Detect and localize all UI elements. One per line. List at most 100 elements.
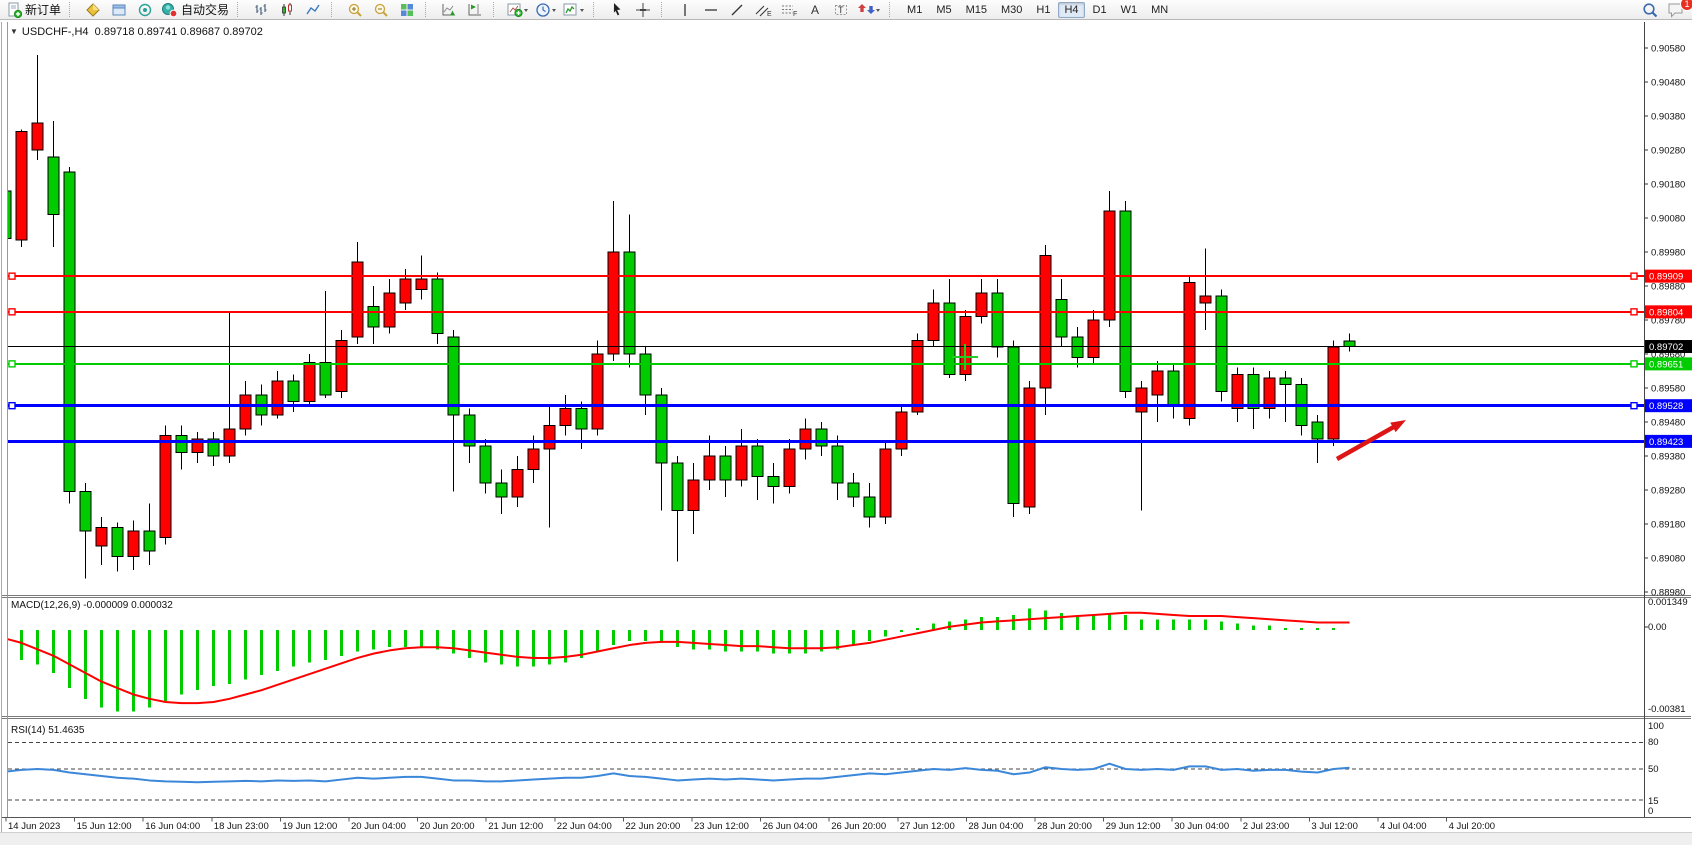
svg-text:21 Jun 12:00: 21 Jun 12:00	[488, 821, 543, 832]
svg-text:4 Jul 04:00: 4 Jul 04:00	[1380, 821, 1426, 832]
fibonacci-tool-button[interactable]: F	[776, 0, 802, 20]
trendline-icon	[729, 2, 745, 18]
chart-canvas[interactable]: 0.905800.904800.903800.902800.901800.900…	[0, 0, 1692, 845]
svg-text:0.89423: 0.89423	[1649, 437, 1683, 448]
timeframe-mn-button[interactable]: MN	[1145, 2, 1174, 18]
svg-text:50: 50	[1648, 764, 1659, 775]
collapse-arrow-icon[interactable]: ▼	[10, 27, 18, 36]
text-tool-button[interactable]: A	[802, 0, 828, 20]
ohlc-values: 0.89718 0.89741 0.89687 0.89702	[95, 26, 263, 38]
new-order-button[interactable]: 新订单	[3, 0, 64, 20]
svg-text:29 Jun 12:00: 29 Jun 12:00	[1106, 821, 1161, 832]
candles-icon	[279, 2, 295, 18]
hline-tool-button[interactable]	[698, 0, 724, 20]
svg-text:0.89804: 0.89804	[1649, 307, 1683, 318]
svg-text:0.001349: 0.001349	[1648, 597, 1688, 608]
vline-icon	[678, 2, 692, 18]
svg-text:22 Jun 20:00: 22 Jun 20:00	[625, 821, 680, 832]
chart-shift-button[interactable]	[462, 0, 488, 20]
crosshair-button[interactable]	[630, 0, 656, 20]
svg-text:18 Jun 23:00: 18 Jun 23:00	[214, 821, 269, 832]
trendline-tool-button[interactable]	[724, 0, 750, 20]
separator	[69, 2, 76, 17]
svg-text:22 Jun 04:00: 22 Jun 04:00	[557, 821, 612, 832]
bar-chart-icon	[253, 2, 269, 18]
svg-text:26 Jun 20:00: 26 Jun 20:00	[831, 821, 886, 832]
svg-text:0.89702: 0.89702	[1649, 342, 1683, 353]
svg-text:0.89480: 0.89480	[1651, 418, 1685, 429]
chart-line-button[interactable]	[300, 0, 326, 20]
timeframe-w1-button[interactable]: W1	[1115, 2, 1144, 18]
svg-text:80: 80	[1648, 737, 1659, 748]
timeframe-m30-button[interactable]: M30	[995, 2, 1028, 18]
svg-text:4 Jul 20:00: 4 Jul 20:00	[1449, 821, 1495, 832]
symbols-button[interactable]	[80, 0, 106, 20]
new-chart-dropdown[interactable]	[504, 0, 532, 20]
svg-text:A: A	[811, 3, 819, 17]
timeframe-m5-button[interactable]: M5	[930, 2, 957, 18]
svg-text:0.00: 0.00	[1648, 622, 1667, 633]
separator	[237, 2, 244, 17]
svg-text:100: 100	[1648, 721, 1664, 732]
svg-text:0.90080: 0.90080	[1651, 214, 1685, 225]
chart-shift-icon	[467, 2, 483, 18]
fibonacci-icon: F	[780, 2, 798, 18]
signal-button[interactable]	[132, 0, 158, 20]
separator	[493, 2, 500, 17]
svg-text:28 Jun 20:00: 28 Jun 20:00	[1037, 821, 1092, 832]
autotrade-label: 自动交易	[181, 1, 229, 18]
timeframe-h1-button[interactable]: H1	[1030, 2, 1056, 18]
svg-text:20 Jun 04:00: 20 Jun 04:00	[351, 821, 406, 832]
vline-tool-button[interactable]	[672, 0, 698, 20]
channel-icon: E	[754, 2, 772, 18]
separator	[889, 2, 896, 17]
zoom-out-icon	[373, 2, 389, 18]
chart-title: ▼ USDCHF-,H4 0.89718 0.89741 0.89687 0.89…	[10, 26, 263, 38]
separator	[593, 2, 600, 17]
autotrade-button[interactable]: 自动交易	[158, 0, 232, 20]
chart-bars-button[interactable]	[248, 0, 274, 20]
periods-dropdown[interactable]	[532, 0, 560, 20]
svg-text:0.90180: 0.90180	[1651, 180, 1685, 191]
crosshair-icon	[635, 2, 651, 18]
timeframe-d1-button[interactable]: D1	[1087, 2, 1113, 18]
zoom-out-button[interactable]	[368, 0, 394, 20]
channel-tool-button[interactable]: E	[750, 0, 776, 20]
label-icon: T	[833, 2, 849, 18]
svg-text:20 Jun 20:00: 20 Jun 20:00	[420, 821, 475, 832]
toolbar: 新订单 自动交易	[0, 0, 1692, 20]
window-icon	[111, 2, 127, 18]
zoom-in-icon	[347, 2, 363, 18]
clock-icon	[535, 2, 557, 18]
svg-text:-0.00381: -0.00381	[1648, 704, 1686, 715]
zoom-in-button[interactable]	[342, 0, 368, 20]
shapes-icon	[857, 2, 881, 18]
cursor-button[interactable]	[604, 0, 630, 20]
market-window-button[interactable]	[106, 0, 132, 20]
label-tool-button[interactable]: T	[828, 0, 854, 20]
shapes-dropdown[interactable]	[854, 0, 884, 20]
tile-windows-button[interactable]	[394, 0, 420, 20]
tile-windows-icon	[399, 2, 415, 18]
timeframe-m1-button[interactable]: M1	[901, 2, 928, 18]
autoscroll-button[interactable]	[436, 0, 462, 20]
timeframe-m15-button[interactable]: M15	[960, 2, 993, 18]
indicators-icon	[563, 2, 585, 18]
autoscroll-icon	[441, 2, 457, 18]
svg-text:0.89080: 0.89080	[1651, 554, 1685, 565]
symbol-period: USDCHF-,H4	[22, 26, 89, 38]
svg-text:27 Jun 12:00: 27 Jun 12:00	[900, 821, 955, 832]
indicators-dropdown[interactable]	[560, 0, 588, 20]
new-order-label: 新订单	[25, 1, 61, 18]
signal-icon	[137, 2, 153, 18]
svg-text:14 Jun 2023: 14 Jun 2023	[8, 821, 60, 832]
notifications-button[interactable]: 1	[1663, 0, 1689, 20]
svg-text:0: 0	[1648, 806, 1653, 817]
separator	[425, 2, 432, 17]
search-button[interactable]	[1637, 0, 1663, 20]
chart-candles-button[interactable]	[274, 0, 300, 20]
svg-text:26 Jun 04:00: 26 Jun 04:00	[763, 821, 818, 832]
svg-text:16 Jun 04:00: 16 Jun 04:00	[145, 821, 200, 832]
svg-text:F: F	[793, 11, 797, 18]
timeframe-h4-button[interactable]: H4	[1058, 2, 1084, 18]
